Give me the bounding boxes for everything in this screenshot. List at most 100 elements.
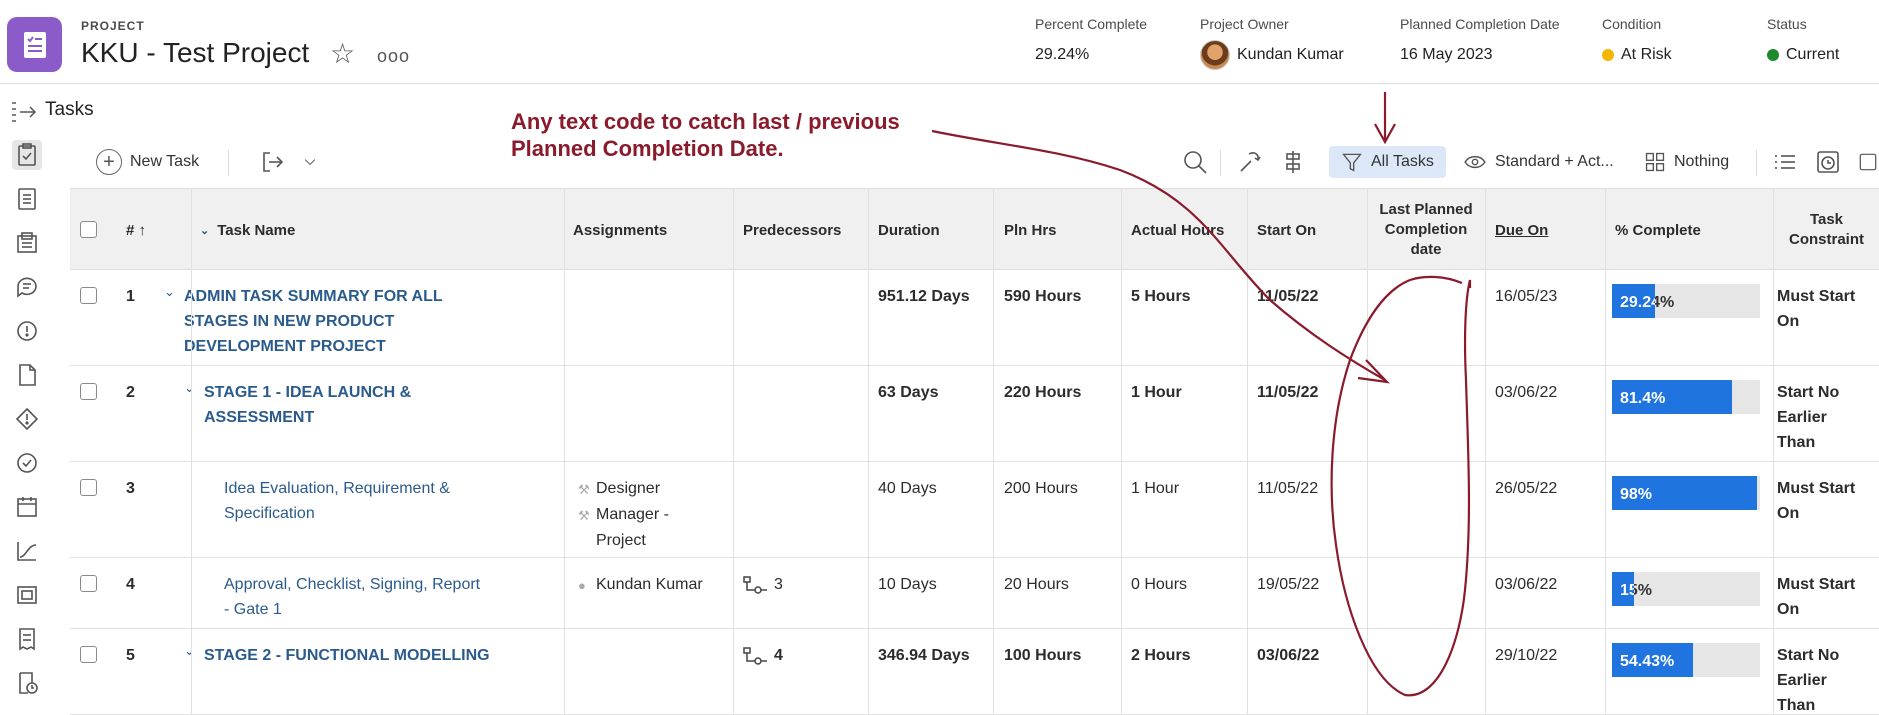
assignments-cell[interactable]: ⚒ Designer ⚒ Manager - Project	[578, 476, 669, 553]
document-nav-icon[interactable]	[12, 184, 42, 214]
assignments-cell[interactable]: ● Kundan Kumar	[578, 572, 703, 598]
row-checkbox[interactable]	[80, 646, 97, 663]
duration-value: 951.12 Days	[878, 288, 970, 305]
task-number: 4	[126, 576, 135, 593]
star-icon[interactable]: ☆	[330, 40, 355, 68]
column-header-task-constraint[interactable]: Task Constraint	[1774, 189, 1879, 271]
grouping-selector-button[interactable]: Nothing	[1644, 146, 1729, 178]
collapse-chevron-icon[interactable]: ⌄	[184, 380, 195, 396]
chevron-down-icon[interactable]	[302, 146, 318, 178]
issues-board-nav-icon[interactable]	[12, 228, 42, 258]
start-on-value: 19/05/22	[1257, 576, 1320, 593]
left-nav-rail	[0, 136, 54, 715]
percent-complete-value: 29.24%	[1035, 46, 1090, 63]
status-value: Current	[1786, 46, 1840, 63]
task-name-line: - Gate 1	[224, 601, 282, 618]
constraint-line: Must Start	[1777, 576, 1856, 593]
task-name-link[interactable]: Approval, Checklist, Signing, Report - Ga…	[224, 572, 610, 622]
approvals-nav-icon[interactable]	[12, 448, 42, 478]
predecessors-cell[interactable]: 3	[743, 572, 783, 597]
chart-nav-icon[interactable]	[12, 536, 42, 566]
row-checkbox[interactable]	[80, 287, 97, 304]
calendar-nav-icon[interactable]	[12, 492, 42, 522]
planned-completion-value: 16 May 2023	[1400, 46, 1493, 63]
column-header-task-name[interactable]: ⌄ Task Name	[200, 189, 295, 271]
row-checkbox[interactable]	[80, 479, 97, 496]
column-divider	[1367, 188, 1368, 715]
task-name-link[interactable]: STAGE 1 - IDEA LAUNCH & ASSESSMENT	[204, 380, 610, 430]
alert-nav-icon[interactable]	[12, 316, 42, 346]
column-header-assignments[interactable]: Assignments	[573, 189, 667, 271]
collapse-chevron-icon[interactable]: ⌄	[184, 643, 195, 659]
column-divider	[191, 188, 192, 715]
file-nav-icon[interactable]	[12, 360, 42, 390]
table-row[interactable]: 2 ⌄ STAGE 1 - IDEA LAUNCH & ASSESSMENT 63 Da…	[70, 366, 1879, 462]
column-header-actual-hours[interactable]: Actual Hours	[1131, 189, 1224, 271]
column-header-pct-complete[interactable]: % Complete	[1615, 189, 1701, 271]
list-icon[interactable]	[1772, 146, 1798, 178]
column-header-duration[interactable]: Duration	[878, 189, 940, 271]
column-divider	[733, 188, 734, 715]
task-constraint-value: Start No Earlier Than	[1777, 380, 1839, 455]
predecessors-cell[interactable]: 4	[743, 643, 783, 668]
column-header-due-on[interactable]: Due On	[1495, 189, 1548, 271]
timeline-icon[interactable]	[1815, 146, 1841, 178]
task-name-link[interactable]: STAGE 2 - FUNCTIONAL MODELLING	[204, 643, 610, 668]
table-row[interactable]: 5 ⌄ STAGE 2 - FUNCTIONAL MODELLING 4 346.94 …	[70, 629, 1879, 715]
magic-wand-icon[interactable]	[1237, 146, 1263, 178]
task-name-line: ADMIN TASK SUMMARY FOR ALL	[184, 288, 443, 305]
panel-toggle-icon[interactable]	[1858, 146, 1878, 178]
column-header-pln-hrs[interactable]: Pln Hrs	[1004, 189, 1057, 271]
chevron-down-icon[interactable]: ⌄	[200, 224, 209, 237]
task-name-link[interactable]: ADMIN TASK SUMMARY FOR ALL STAGES IN NEW …	[184, 284, 610, 359]
search-icon[interactable]	[1182, 146, 1208, 178]
view-selector-button[interactable]: Standard + Act...	[1463, 146, 1614, 178]
table-row[interactable]: 4 Approval, Checklist, Signing, Report - G…	[70, 558, 1879, 629]
constraint-line: Than	[1777, 697, 1816, 714]
planned-hours-value: 100 Hours	[1004, 647, 1082, 664]
meta-value[interactable]: Current	[1767, 46, 1839, 64]
task-name-link[interactable]: Idea Evaluation, Requirement & Specificat…	[224, 476, 610, 526]
grouping-icon	[1645, 152, 1665, 172]
percent-complete-label: 29.24%	[1620, 290, 1674, 315]
column-header-last-planned-completion[interactable]: Last Planned Completion date	[1367, 189, 1485, 271]
collapse-chevron-icon[interactable]: ⌄	[164, 284, 175, 300]
column-header-start-on[interactable]: Start On	[1257, 189, 1316, 271]
column-header-num[interactable]: # ↑	[126, 189, 146, 271]
meta-label: Planned Completion Date	[1400, 16, 1560, 32]
due-on-value: 26/05/22	[1495, 480, 1558, 497]
risk-nav-icon[interactable]	[12, 404, 42, 434]
meta-value[interactable]: At Risk	[1602, 46, 1672, 64]
timesheet-nav-icon[interactable]	[12, 668, 42, 698]
project-title[interactable]: KKU - Test Project	[81, 37, 309, 69]
more-options-icon[interactable]: ooo	[377, 46, 410, 67]
hierarchy-icon[interactable]	[1280, 146, 1306, 178]
row-checkbox[interactable]	[80, 575, 97, 592]
business-case-nav-icon[interactable]	[12, 580, 42, 610]
select-all-checkbox[interactable]	[80, 221, 97, 238]
predecessor-value: 4	[774, 647, 783, 664]
comments-nav-icon[interactable]	[12, 272, 42, 302]
task-number: 1	[126, 288, 135, 305]
row-checkbox[interactable]	[80, 383, 97, 400]
constraint-line: Start No	[1777, 647, 1840, 664]
tasks-nav-icon[interactable]	[12, 140, 42, 170]
export-icon[interactable]	[260, 146, 286, 178]
table-row[interactable]: 3 Idea Evaluation, Requirement & Specifica…	[70, 462, 1879, 558]
filter-all-tasks-button[interactable]: All Tasks	[1329, 146, 1446, 178]
collapse-panel-icon[interactable]	[11, 100, 37, 127]
due-on-value: 03/06/22	[1495, 384, 1558, 401]
predecessor-icon	[743, 646, 767, 665]
actual-hours-value: 5 Hours	[1131, 288, 1191, 305]
expenses-nav-icon[interactable]	[12, 624, 42, 654]
predecessor-value: 3	[774, 576, 783, 593]
column-header-predecessors[interactable]: Predecessors	[743, 189, 841, 271]
meta-planned-completion-date: Planned Completion Date 16 May 2023	[1400, 16, 1560, 64]
project-header: PROJECT KKU - Test Project ☆ ooo Percent…	[0, 0, 1879, 84]
meta-value[interactable]: Kundan Kumar	[1200, 40, 1344, 70]
duration-value: 63 Days	[878, 384, 939, 401]
table-header: # ↑ ⌄ Task Name Assignments Predecessors …	[70, 188, 1879, 270]
new-task-button[interactable]: + New Task	[96, 146, 199, 178]
table-row[interactable]: 1 ⌄ ADMIN TASK SUMMARY FOR ALL STAGES IN NE…	[70, 270, 1879, 366]
percent-complete-bar: 29.24%	[1612, 276, 1760, 318]
